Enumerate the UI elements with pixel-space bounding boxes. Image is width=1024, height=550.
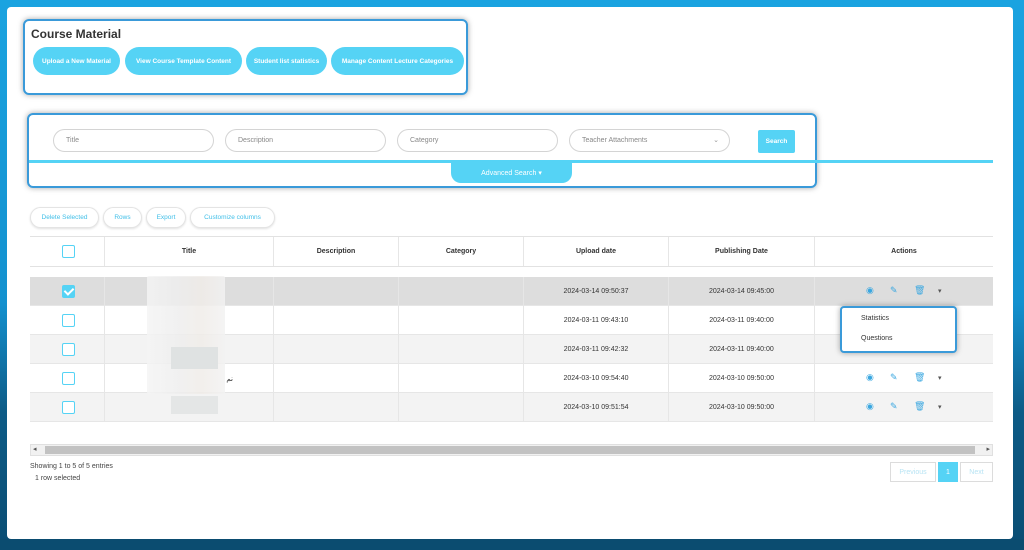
questions-menu-item[interactable]: Questions: [861, 335, 893, 342]
column-upload-date[interactable]: Upload date: [523, 237, 668, 266]
export-button[interactable]: Export: [146, 207, 186, 228]
delete-trash-icon[interactable]: 🗑: [914, 372, 925, 383]
row-upload-date: 2024-03-10 09:54:40: [523, 364, 668, 393]
select-all-checkbox[interactable]: [62, 245, 75, 258]
delete-trash-icon[interactable]: 🗑: [914, 285, 925, 296]
row-publishing-date: 2024-03-10 09:50:00: [668, 364, 814, 393]
previous-page-button[interactable]: Previous: [890, 462, 936, 482]
row-category: [398, 335, 523, 364]
column-title[interactable]: Title: [104, 237, 273, 266]
row-publishing-date: 2024-03-11 09:40:00: [668, 335, 814, 364]
bottom-strip: [0, 539, 1024, 550]
column-actions: Actions: [814, 237, 993, 266]
delete-trash-icon[interactable]: 🗑: [914, 401, 925, 412]
row-category: [398, 393, 523, 422]
title-search-input[interactable]: Title: [53, 129, 214, 152]
scroll-left-arrow-icon[interactable]: ◂: [33, 445, 37, 453]
row-checkbox[interactable]: [62, 343, 75, 356]
redacted-titles: [147, 276, 225, 394]
scrollbar-thumb[interactable]: [45, 446, 975, 454]
row-description: [273, 393, 398, 422]
rows-button[interactable]: Rows: [103, 207, 142, 228]
column-category[interactable]: Category: [398, 237, 523, 266]
header-select-all[interactable]: [30, 237, 104, 266]
row-actions: ◉ ✎ 🗑 ▾: [814, 364, 993, 393]
category-search-input[interactable]: Category: [397, 129, 558, 152]
redacted-title-block: [171, 396, 218, 414]
description-search-input[interactable]: Description: [225, 129, 386, 152]
row-checkbox[interactable]: [62, 314, 75, 327]
row-publishing-date: 2024-03-11 09:40:00: [668, 306, 814, 335]
customize-columns-button[interactable]: Customize columns: [190, 207, 275, 228]
row-upload-date: 2024-03-11 09:43:10: [523, 306, 668, 335]
entries-info: Showing 1 to 5 of 5 entries: [30, 463, 113, 470]
edit-pencil-icon[interactable]: ✎: [890, 401, 898, 412]
row-description: [273, 277, 398, 306]
row-checkbox[interactable]: [62, 372, 75, 385]
row-upload-date: 2024-03-14 09:50:37: [523, 277, 668, 306]
page-1-button[interactable]: 1: [938, 462, 958, 482]
table-header: Title Description Category Upload date P…: [30, 236, 993, 267]
edit-pencil-icon[interactable]: ✎: [890, 372, 898, 383]
row-checkbox[interactable]: [62, 401, 75, 414]
row-upload-date: 2024-03-10 09:51:54: [523, 393, 668, 422]
advanced-search-button[interactable]: Advanced Search ▾: [451, 162, 572, 183]
delete-selected-button[interactable]: Delete Selected: [30, 207, 99, 228]
page-title: Course Material: [31, 27, 122, 41]
row-upload-date: 2024-03-11 09:42:32: [523, 335, 668, 364]
row-description: [273, 364, 398, 393]
more-caret-icon[interactable]: ▾: [938, 374, 942, 382]
row-category: [398, 306, 523, 335]
row-description: [273, 335, 398, 364]
column-description[interactable]: Description: [273, 237, 398, 266]
actions-dropdown-menu: Statistics Questions: [840, 306, 957, 353]
row-publishing-date: 2024-03-14 09:45:00: [668, 277, 814, 306]
chevron-down-icon: ⌄: [713, 137, 719, 144]
upload-material-button[interactable]: Upload a New Material: [33, 47, 120, 75]
search-button[interactable]: Search: [758, 130, 795, 153]
column-publishing-date[interactable]: Publishing Date: [668, 237, 814, 266]
view-eye-icon[interactable]: ◉: [866, 401, 874, 412]
row-publishing-date: 2024-03-10 09:50:00: [668, 393, 814, 422]
selection-info: 1 row selected: [35, 475, 81, 482]
statistics-menu-item[interactable]: Statistics: [861, 315, 889, 322]
row-category: [398, 277, 523, 306]
student-statistics-button[interactable]: Student list statistics: [246, 47, 327, 75]
teacher-select-value: Teacher Attachments: [582, 137, 648, 144]
view-template-button[interactable]: View Course Template Content: [125, 47, 242, 75]
manage-categories-button[interactable]: Manage Content Lecture Categories: [331, 47, 464, 75]
view-eye-icon[interactable]: ◉: [866, 372, 874, 383]
next-page-button[interactable]: Next: [960, 462, 993, 482]
row-description: [273, 306, 398, 335]
edit-pencil-icon[interactable]: ✎: [890, 285, 898, 296]
view-eye-icon[interactable]: ◉: [866, 285, 874, 296]
scroll-right-arrow-icon[interactable]: ▸: [986, 445, 990, 453]
teacher-attachments-select[interactable]: Teacher Attachments ⌄: [569, 129, 730, 152]
redacted-title-block: [171, 347, 218, 369]
more-caret-icon[interactable]: ▾: [938, 287, 942, 295]
row-category: [398, 364, 523, 393]
row-actions: ◉ ✎ 🗑 ▾: [814, 393, 993, 422]
row-checkbox[interactable]: [62, 285, 75, 298]
more-caret-icon[interactable]: ▾: [938, 403, 942, 411]
horizontal-scrollbar[interactable]: ◂ ▸: [30, 444, 993, 456]
row-actions: ◉ ✎ 🗑 ▾: [814, 277, 993, 306]
